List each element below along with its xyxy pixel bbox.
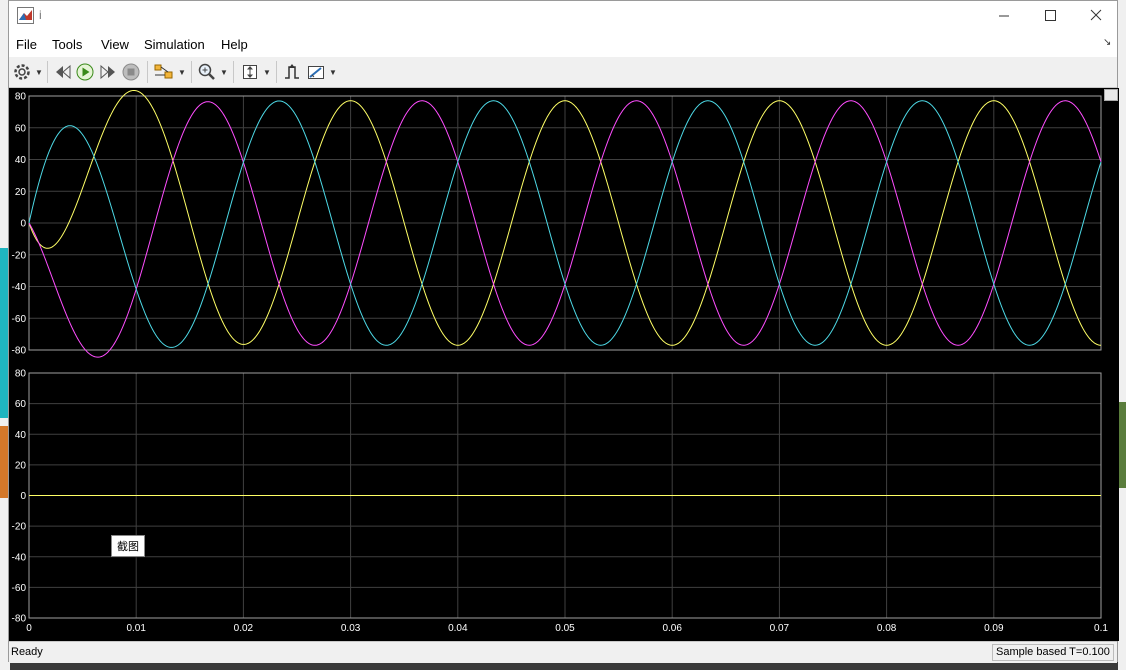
y-tick-label: 40 [15, 155, 27, 166]
y-tick-label: -40 [12, 282, 27, 293]
status-ready: Ready [11, 646, 43, 658]
gear-icon[interactable] [12, 62, 32, 82]
menu-tools[interactable]: Tools [52, 37, 82, 52]
stop-icon[interactable] [121, 62, 141, 82]
y-tick-label: -80 [12, 346, 27, 357]
close-icon [1090, 9, 1102, 21]
undock-icon[interactable] [1104, 89, 1118, 101]
y-tick-label: 60 [15, 399, 27, 410]
status-sample-time: Sample based T=0.100 [992, 644, 1114, 661]
x-tick-label: 0.04 [448, 623, 468, 634]
x-tick-label: 0.07 [770, 623, 790, 634]
menu-help[interactable]: Help [221, 37, 248, 52]
y-tick-label: -60 [12, 314, 27, 325]
background-model-right [1118, 0, 1126, 670]
close-button[interactable] [1073, 1, 1119, 31]
y-tick-label: 80 [15, 369, 27, 380]
menu-file[interactable]: File [16, 37, 37, 52]
y-tick-label: -80 [12, 614, 27, 625]
window-title: i [39, 8, 42, 22]
x-tick-label: 0.08 [877, 623, 897, 634]
fit-axes-icon[interactable] [240, 62, 260, 82]
toolbar: ▼ ▼ ▼ ▼ ▼ [9, 57, 1117, 88]
measurements-icon[interactable] [306, 62, 326, 82]
measurements-dropdown-icon[interactable]: ▼ [329, 68, 337, 77]
scope-plots: 80 60 40 20 0 -20 -40 -60 -80 80 60 40 20 0 -20 -40 -60 -… [12, 89, 1108, 634]
y-tick-label: 60 [15, 123, 27, 134]
minimize-button[interactable] [981, 1, 1027, 31]
zoom-icon[interactable] [197, 62, 217, 82]
settings-dropdown-icon[interactable]: ▼ [35, 68, 43, 77]
fit-dropdown-icon[interactable]: ▼ [263, 68, 271, 77]
x-tick-label: 0.03 [341, 623, 361, 634]
y-tick-label: 40 [15, 430, 27, 441]
run-icon[interactable] [75, 62, 95, 82]
pin-icon[interactable]: ↘ [1103, 37, 1111, 48]
x-tick-label: 0.1 [1094, 623, 1108, 634]
x-tick-label: 0.09 [984, 623, 1004, 634]
signal-select-icon[interactable] [153, 62, 175, 82]
y-tick-label: -20 [12, 522, 27, 533]
x-tick-label: 0 [26, 623, 32, 634]
y-tick-label: 0 [20, 219, 26, 230]
scope-display[interactable]: 80 60 40 20 0 -20 -40 -60 -80 80 60 40 20 0 -20 -40 -60 -… [9, 88, 1119, 641]
zoom-dropdown-icon[interactable]: ▼ [220, 68, 228, 77]
y-tick-label: -20 [12, 250, 27, 261]
scope-window: i File Tools View Simulation Help ↘ ▼ ▼ … [8, 0, 1119, 663]
maximize-button[interactable] [1027, 1, 1073, 31]
matlab-icon [17, 7, 34, 24]
menu-bar: File Tools View Simulation Help ↘ [9, 31, 1117, 57]
tooltip: 截图 [111, 535, 145, 557]
y-tick-label: 20 [15, 187, 27, 198]
menu-view[interactable]: View [101, 37, 129, 52]
y-tick-label: 80 [15, 92, 27, 103]
x-tick-label: 0.06 [662, 623, 682, 634]
x-tick-label: 0.01 [126, 623, 146, 634]
minimize-icon [999, 15, 1009, 17]
step-forward-icon[interactable] [98, 62, 118, 82]
y-tick-label: 20 [15, 460, 27, 471]
y-tick-label: -40 [12, 552, 27, 563]
maximize-icon [1045, 10, 1056, 21]
y-tick-label: 0 [20, 491, 26, 502]
signal-dropdown-icon[interactable]: ▼ [178, 68, 186, 77]
x-tick-label: 0.05 [555, 623, 575, 634]
y-tick-label: -60 [12, 583, 27, 594]
title-bar: i [9, 1, 1117, 31]
step-back-icon[interactable] [53, 62, 73, 82]
menu-simulation[interactable]: Simulation [144, 37, 205, 52]
triggers-icon[interactable] [282, 62, 302, 82]
x-tick-label: 0.02 [234, 623, 254, 634]
status-bar: Ready Sample based T=0.100 [9, 641, 1117, 663]
